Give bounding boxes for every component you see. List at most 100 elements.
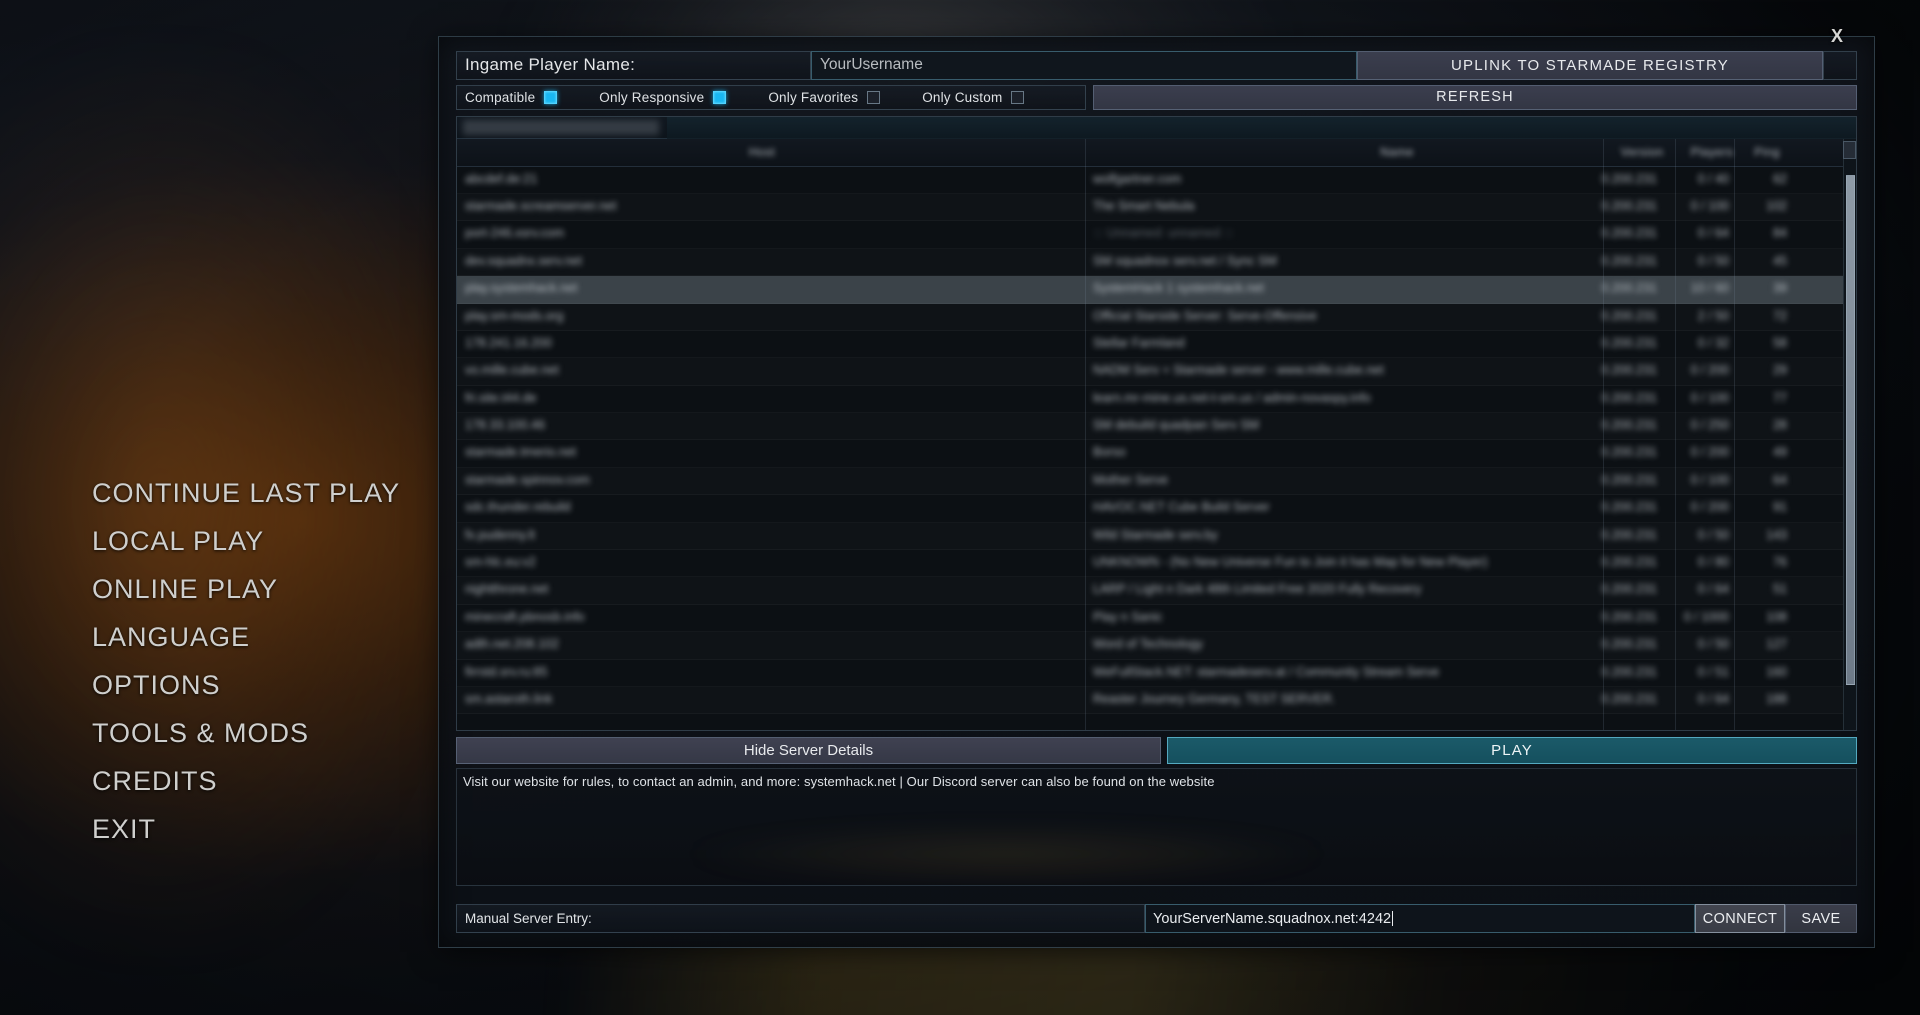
table-row[interactable]: vo.mille.cube.net NADM Serv + Starmade se…: [457, 358, 1856, 385]
filter-label: Only Favorites: [768, 89, 859, 105]
menu-item-online-play[interactable]: ONLINE PLAY: [92, 566, 400, 612]
table-row[interactable]: nightthrone.net LARP / Light n Dark 48th …: [457, 577, 1856, 604]
menu-item-language[interactable]: LANGUAGE: [92, 614, 400, 660]
save-button[interactable]: SAVE: [1785, 904, 1857, 934]
cell-version: 0.200.231: [1601, 609, 1657, 624]
cell-ping: 127: [1766, 637, 1787, 652]
table-row[interactable]: 178.33.100.46 SM debuild quadpan Serv SM 0…: [457, 413, 1856, 440]
manual-server-entry-label: Manual Server Entry:: [456, 904, 1145, 934]
server-search-strip: [457, 116, 1856, 139]
server-description-text: Visit our website for rules, to contact …: [463, 774, 1215, 790]
checkbox-icon[interactable]: [713, 90, 727, 104]
menu-item-continue-last-play[interactable]: CONTINUE LAST PLAY: [92, 470, 400, 516]
menu-item-local-play[interactable]: LOCAL PLAY: [92, 518, 400, 564]
cell-host: 178.33.100.46: [465, 418, 545, 433]
cell-ping: 188: [1766, 692, 1787, 706]
hide-server-details-button[interactable]: Hide Server Details: [456, 736, 1161, 765]
cell-ping: 58: [1773, 335, 1787, 350]
table-scrollbar[interactable]: [1843, 138, 1856, 730]
cell-name: SM debuild quadpan Serv SM: [1093, 418, 1260, 433]
menu-item-credits[interactable]: CREDITS: [92, 758, 400, 804]
table-row[interactable]: starmade.screamserver.net The Smart Nebul…: [457, 194, 1856, 221]
cell-ping: 64: [1773, 472, 1787, 487]
server-search-input[interactable]: [463, 119, 659, 135]
table-row[interactable]: fx.pudenny.lt Wild Starmade serv.by 0.200.…: [457, 523, 1856, 550]
checkbox-icon[interactable]: [544, 90, 558, 104]
table-row[interactable]: sm-hlc.eu:v2 UNKNOWN - (No New Universe F…: [457, 550, 1856, 577]
table-row[interactable]: 178.241.16.200 Stellar Farmland 0.200.231 0…: [457, 331, 1856, 358]
column-separator: [1734, 138, 1735, 730]
table-row[interactable]: minecraft.pbnosb.info Play n Sanic 0.200.2…: [457, 605, 1856, 632]
uplink-to-starmade-registry-button[interactable]: UPLINK TO STARMADE REGISTRY: [1357, 51, 1823, 80]
play-button[interactable]: PLAY: [1167, 736, 1857, 765]
player-name-label: Ingame Player Name:: [456, 51, 811, 80]
refresh-button[interactable]: REFRESH: [1093, 84, 1857, 110]
uplink-row-filler: [1823, 51, 1857, 80]
table-row[interactable]: dev.squadnx.serv.net SM squadnox serv.net…: [457, 249, 1856, 276]
table-row[interactable]: play.systemhack.net SystemHack 1 systemha…: [457, 276, 1856, 304]
filter-compatible[interactable]: Compatible: [465, 89, 558, 105]
cell-version: 0.200.231: [1601, 582, 1657, 597]
cell-ping: 72: [1773, 308, 1787, 323]
checkbox-icon[interactable]: [867, 90, 881, 104]
menu-item-exit[interactable]: EXIT: [92, 806, 400, 852]
cell-players: 0 / 200: [1690, 445, 1729, 460]
cell-name: SystemHack 1 systemhack.net: [1093, 281, 1264, 296]
table-row[interactable]: port-246.xsrv.com::: Unnamed: unnamed ::…: [457, 221, 1856, 248]
cell-version: 0.200.231: [1601, 335, 1657, 350]
cell-name: learn.mr-mine.us.net-t-sm.us / admin-nov…: [1093, 390, 1371, 405]
column-header-players[interactable]: Players: [1691, 145, 1734, 159]
close-icon[interactable]: X: [1822, 22, 1852, 50]
table-row[interactable]: sdc.thunder.rebuild HAVOC.NET Cube Build …: [457, 495, 1856, 522]
server-list-table[interactable]: Host Name Version Players Ping abcdef.de:21 w…: [456, 115, 1857, 731]
table-row[interactable]: firrstd.srv.ru:85 WeFullStack.NET: starma…: [457, 660, 1856, 687]
cell-ping: 45: [1773, 253, 1787, 268]
checkbox-icon[interactable]: [1011, 90, 1025, 104]
cell-host: firrstd.srv.ru:85: [465, 664, 548, 679]
cell-host: sm-hlc.eu:v2: [465, 555, 536, 570]
cell-host: 178.241.16.200: [465, 335, 552, 350]
cell-version: 0.200.231: [1601, 664, 1657, 679]
column-header-host[interactable]: Host: [749, 145, 775, 159]
cell-host: fri.site.t44.de: [465, 390, 537, 405]
cell-name: UNKNOWN - (No New Universe Fun to Join i…: [1093, 555, 1488, 570]
filter-only-responsive[interactable]: Only Responsive: [599, 90, 727, 105]
table-row[interactable]: starmade.spinnov.com Mother Serve 0.200.23…: [457, 468, 1856, 495]
table-row[interactable]: abcdef.de:21 wolfgartner.com 0.200.231 0 / …: [457, 167, 1856, 194]
menu-item-options[interactable]: OPTIONS: [92, 662, 400, 708]
table-row[interactable]: adth.net.208.102 Word of Technology 0.200.…: [457, 632, 1856, 659]
column-header-ping[interactable]: Ping: [1754, 145, 1780, 159]
cell-ping: 91: [1773, 500, 1787, 515]
table-row[interactable]: sm.astaroth.link Reaster Journey Germany,…: [457, 687, 1856, 714]
filter-label: Compatible: [465, 89, 536, 105]
scrollbar-thumb[interactable]: [1846, 174, 1855, 685]
table-row[interactable]: fri.site.t44.de learn.mr-mine.us.net-t-sm…: [457, 386, 1856, 413]
cell-players: 0 / 64: [1697, 692, 1729, 706]
cell-version: 0.200.231: [1601, 692, 1657, 706]
action-button-row: Hide Server Details PLAY: [456, 736, 1857, 765]
cell-players: 0 / 200: [1690, 363, 1729, 378]
menu-item-tools-and-mods[interactable]: TOOLS & MODS: [92, 710, 400, 756]
cell-version: 0.200.231: [1601, 281, 1657, 296]
table-body[interactable]: abcdef.de:21 wolfgartner.com 0.200.231 0 / …: [457, 167, 1856, 715]
username-input[interactable]: YourUsername: [811, 51, 1357, 80]
cell-players: 0 / 200: [1690, 500, 1729, 515]
filter-only-favorites[interactable]: Only Favorites: [768, 89, 881, 105]
connect-button[interactable]: CONNECT: [1695, 904, 1785, 934]
filter-only-custom[interactable]: Only Custom: [922, 90, 1025, 105]
manual-server-address-input[interactable]: YourServerName.squadnox.net:4242: [1145, 904, 1695, 934]
cell-ping: 160: [1766, 664, 1787, 679]
cell-name: HAVOC.NET Cube Build Server: [1093, 500, 1270, 515]
table-column-headers[interactable]: Host Name Version Players Ping: [457, 138, 1856, 167]
cell-version: 0.200.231: [1601, 363, 1657, 378]
column-header-version[interactable]: Version: [1621, 145, 1664, 159]
cell-host: play.systemhack.net: [465, 281, 578, 296]
scroll-up-button[interactable]: [1843, 140, 1856, 159]
cell-host: port-246.xsrv.com: [465, 226, 565, 241]
cell-players: 2 / 50: [1697, 308, 1729, 323]
cell-host: starmade.screamserver.net: [465, 198, 617, 213]
table-row[interactable]: starmade.tmerio.net Borso 0.200.231 0 / 200…: [457, 440, 1856, 467]
column-header-name[interactable]: Name: [1380, 145, 1414, 159]
table-row[interactable]: play.sm-mods.org Official Starside Server…: [457, 304, 1856, 331]
cell-players: 0 / 1000: [1683, 609, 1729, 624]
